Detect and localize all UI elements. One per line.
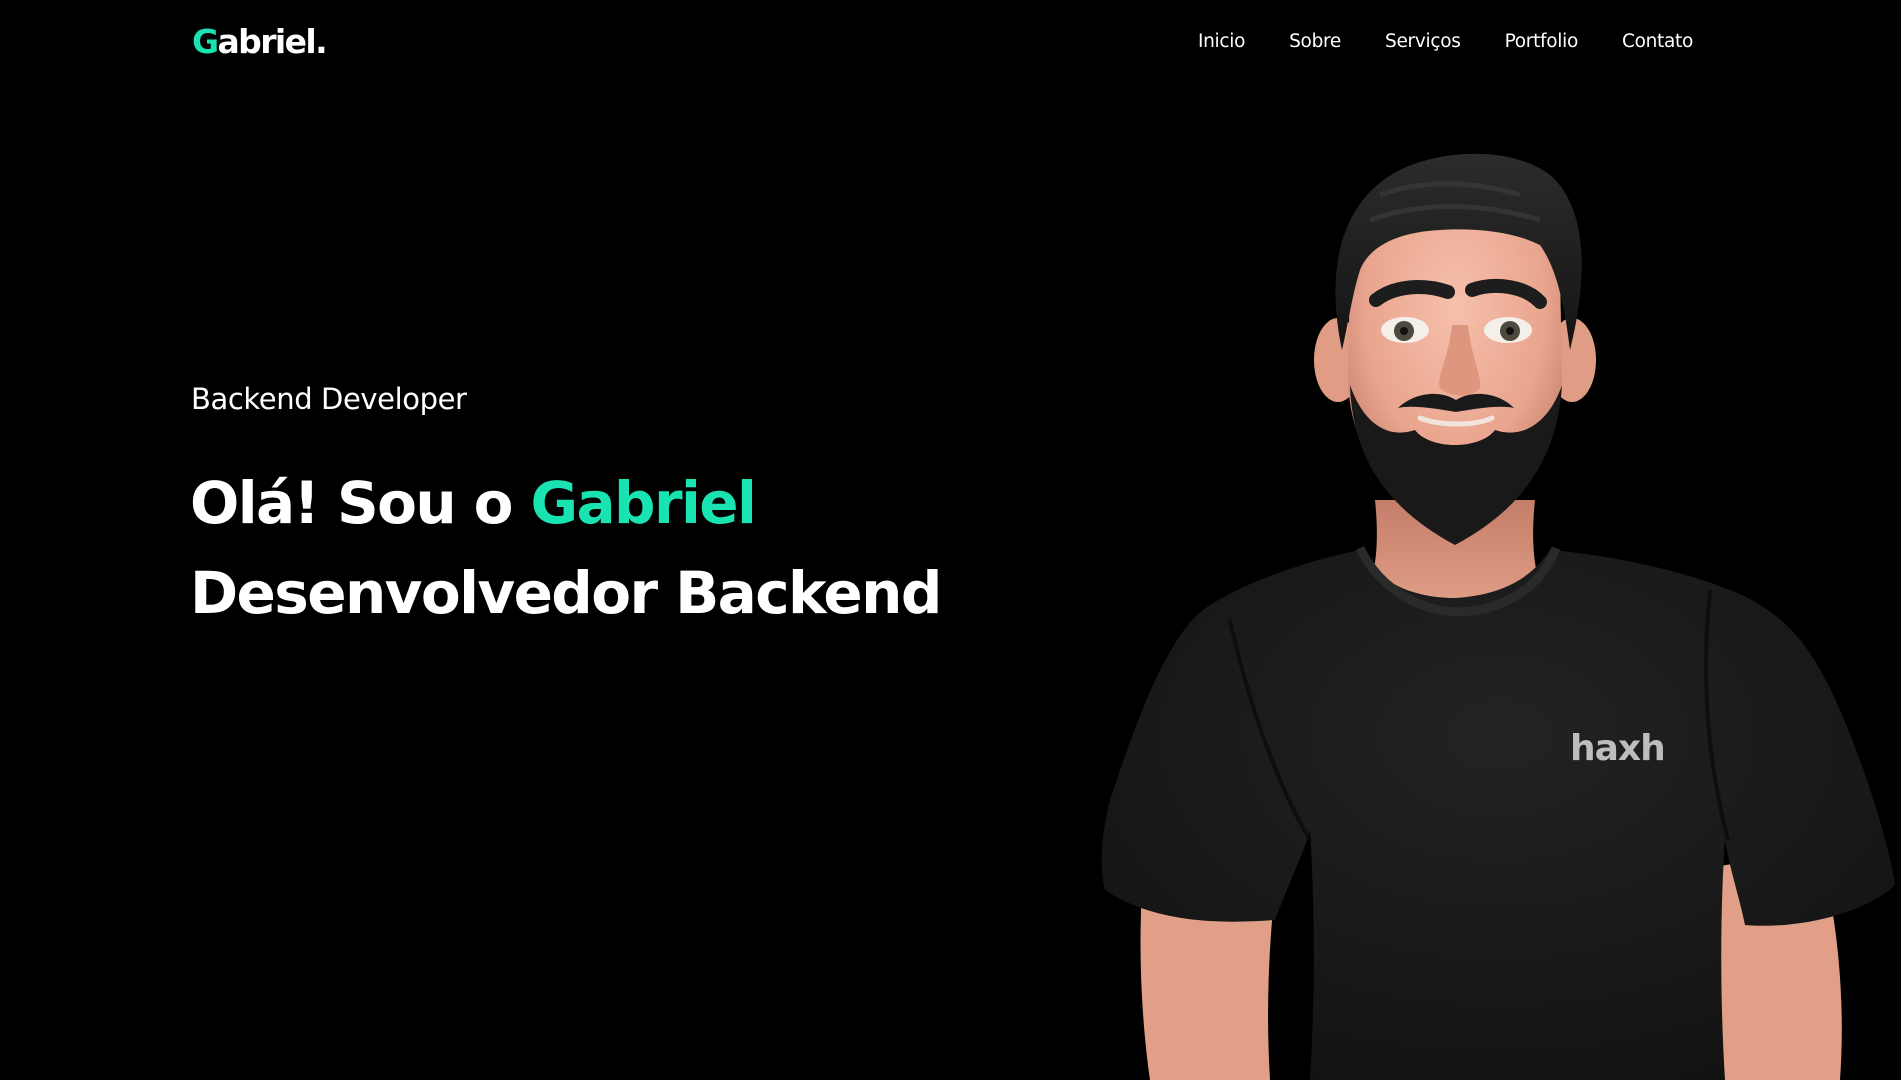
avatar-illustration: haxh — [1080, 150, 1901, 1080]
hero-section: Backend Developer Olá! Sou o Gabriel Des… — [190, 376, 942, 638]
hero-greeting-line: Olá! Sou o Gabriel — [190, 458, 941, 548]
avatar-svg: haxh — [1101, 153, 1895, 1080]
nav-link-servicos[interactable]: Serviços — [1385, 26, 1461, 58]
page: Gabriel. Inicio Sobre Serviços Portfolio… — [0, 0, 1901, 1080]
nav-link-contato[interactable]: Contato — [1622, 26, 1693, 58]
right-pupil — [1506, 327, 1514, 335]
nav-link-inicio[interactable]: Inicio — [1198, 26, 1245, 58]
logo[interactable]: Gabriel. — [192, 18, 328, 66]
logo-initial: G — [192, 22, 219, 61]
hero-role: Desenvolvedor Backend — [190, 559, 942, 627]
logo-rest: abriel. — [217, 22, 328, 61]
left-pupil — [1400, 327, 1408, 335]
shirt-logo: haxh — [1570, 728, 1665, 769]
hero-headline: Olá! Sou o Gabriel Desenvolvedor Backend — [190, 458, 942, 638]
nav-link-sobre[interactable]: Sobre — [1289, 26, 1341, 58]
hero-name: Gabriel — [530, 469, 757, 537]
hero-subtitle: Backend Developer — [191, 382, 467, 416]
nav-link-portfolio[interactable]: Portfolio — [1505, 26, 1579, 58]
navbar: Gabriel. Inicio Sobre Serviços Portfolio… — [0, 0, 1901, 84]
main-nav: Inicio Sobre Serviços Portfolio Contato — [1198, 26, 1693, 58]
hero-greeting: Olá! Sou o — [190, 469, 514, 537]
